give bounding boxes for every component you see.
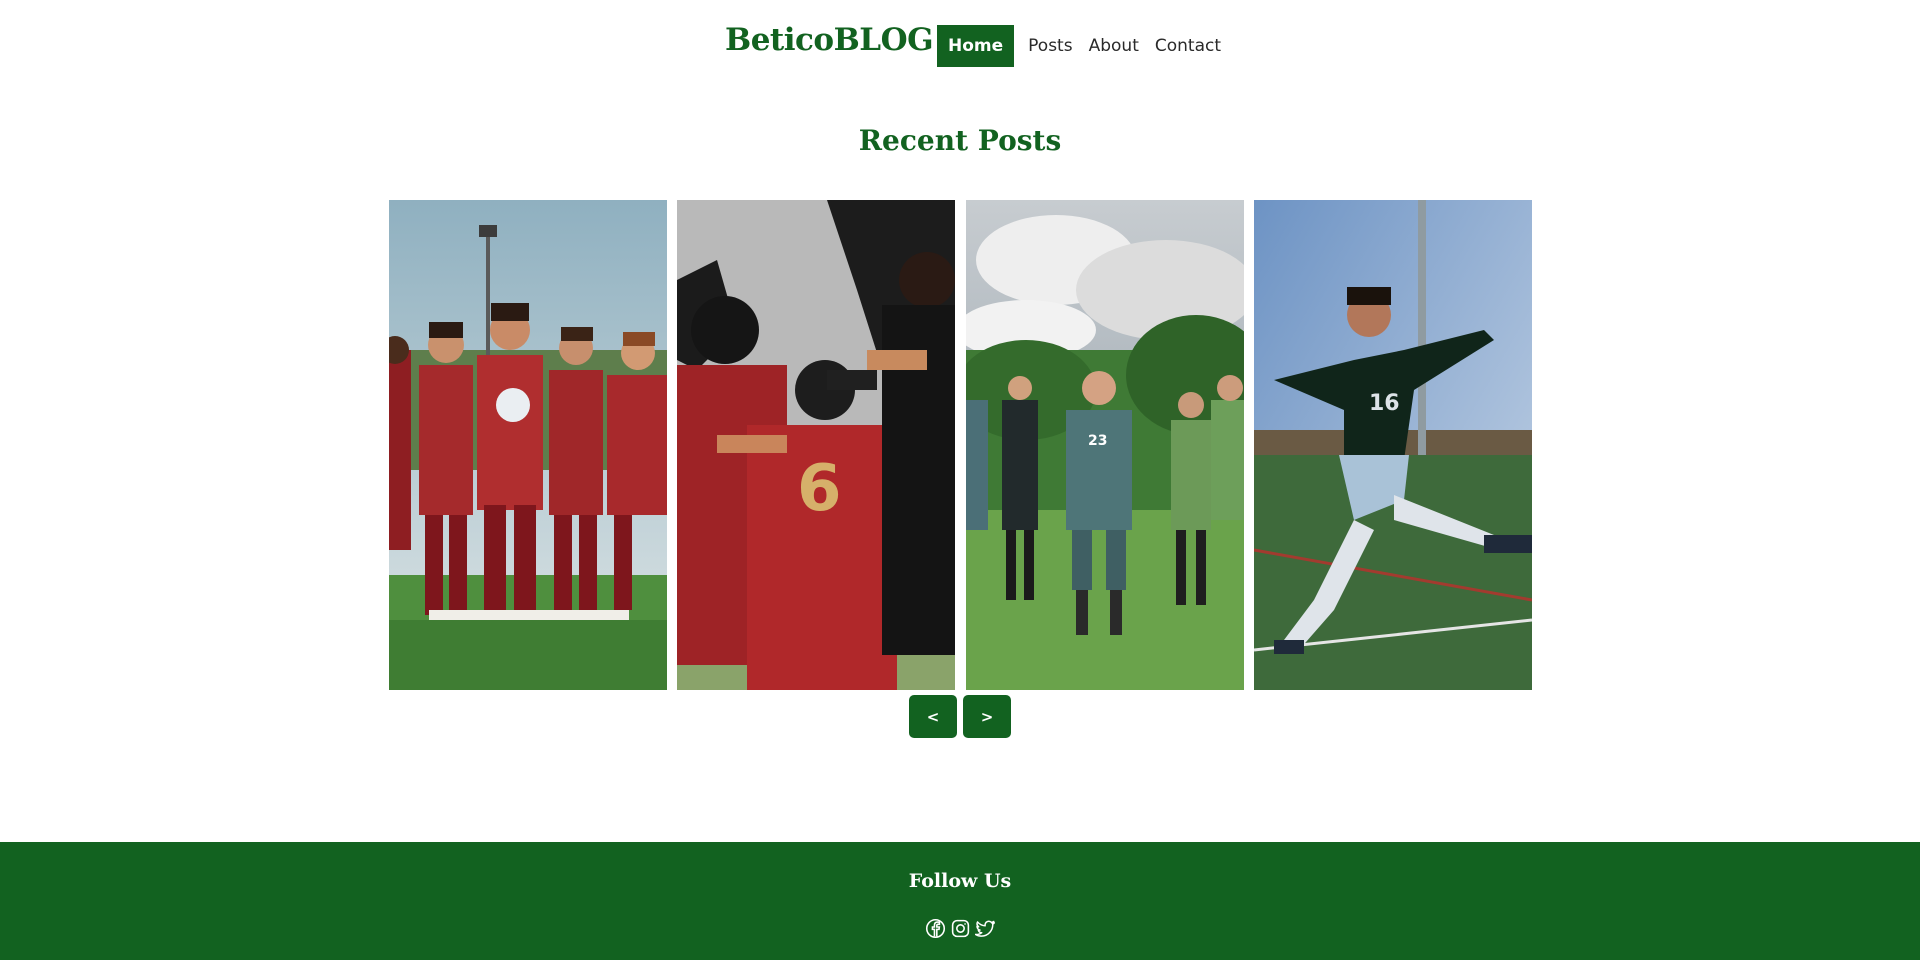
instagram-icon[interactable]	[950, 918, 971, 939]
nav-home[interactable]: Home	[937, 25, 1015, 67]
jersey-number-6: 6	[797, 452, 842, 526]
nav-about[interactable]: About	[1081, 25, 1147, 67]
main-nav: Home Posts About Contact	[937, 25, 1229, 67]
section-title: Recent Posts	[858, 124, 1062, 157]
site-header: BeticoBLOG Home Posts About Contact	[0, 0, 1920, 92]
brand-logo[interactable]: BeticoBLOG	[725, 22, 934, 58]
site-footer: Follow Us	[0, 842, 1920, 960]
post-image-players-huddle: 6	[677, 200, 955, 690]
svg-text:16: 16	[1369, 391, 1400, 416]
post-image-players-walking: 23	[966, 200, 1244, 690]
svg-text:23: 23	[1088, 433, 1107, 449]
twitter-icon[interactable]	[974, 918, 996, 939]
post-card-2[interactable]: 6	[677, 200, 955, 690]
page: BeticoBLOG Home Posts About Contact Rece…	[0, 0, 1920, 960]
post-image-team-photo	[389, 200, 667, 690]
carousel-next-button[interactable]: >	[963, 695, 1011, 738]
carousel-controls: < >	[0, 695, 1920, 738]
facebook-icon[interactable]	[925, 918, 946, 939]
carousel-prev-button[interactable]: <	[909, 695, 957, 738]
post-card-1[interactable]	[389, 200, 667, 690]
post-card-3[interactable]: 23	[966, 200, 1244, 690]
nav-contact[interactable]: Contact	[1147, 25, 1229, 67]
post-card-4[interactable]: 16	[1254, 200, 1532, 690]
footer-title: Follow Us	[908, 870, 1012, 892]
social-links	[0, 918, 1920, 939]
posts-carousel: 6 23 16	[389, 200, 1532, 690]
nav-posts[interactable]: Posts	[1020, 25, 1080, 67]
post-image-player-kicking: 16	[1254, 200, 1532, 690]
